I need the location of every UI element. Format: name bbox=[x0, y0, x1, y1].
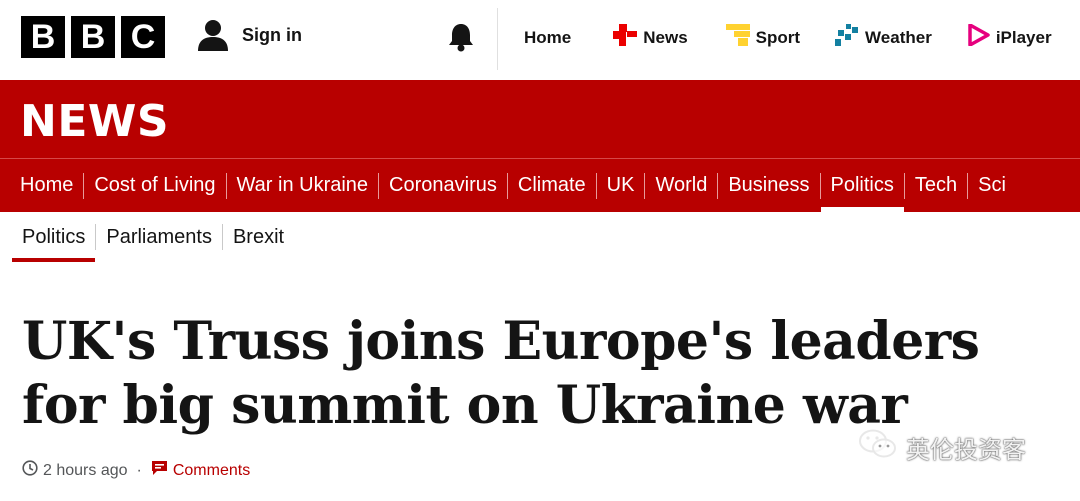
global-nav-iplayer[interactable]: iPlayer bbox=[968, 23, 1052, 51]
global-nav-news-label: News bbox=[643, 27, 688, 47]
sub-nav-parliaments[interactable]: Parliaments bbox=[96, 212, 222, 262]
iplayer-icon bbox=[968, 23, 990, 51]
global-nav: Home News Sport Weather iPlayer bbox=[524, 23, 1052, 51]
weather-icon bbox=[835, 24, 859, 51]
global-nav-home[interactable]: Home bbox=[524, 24, 571, 51]
article-timestamp: 2 hours ago bbox=[43, 461, 128, 479]
section-nav-business[interactable]: Business bbox=[718, 159, 819, 212]
meta-separator: · bbox=[136, 461, 142, 479]
sign-in-label: Sign in bbox=[242, 24, 302, 45]
header-divider bbox=[497, 8, 498, 70]
section-nav-science[interactable]: Sci bbox=[968, 159, 1016, 212]
sign-in-link[interactable]: Sign in bbox=[196, 18, 302, 52]
global-nav-weather-label: Weather bbox=[865, 27, 932, 47]
section-nav-war-in-ukraine[interactable]: War in Ukraine bbox=[227, 159, 379, 212]
user-icon bbox=[196, 18, 230, 52]
section-nav-cost-of-living[interactable]: Cost of Living bbox=[84, 159, 225, 212]
section-nav-tech[interactable]: Tech bbox=[905, 159, 967, 212]
global-nav-sport[interactable]: Sport bbox=[725, 24, 801, 51]
section-nav-world[interactable]: World bbox=[645, 159, 717, 212]
news-banner: NEWS Home Cost of Living War in Ukraine … bbox=[0, 80, 1080, 212]
article-headline: UK's Truss joins Europe's leaders for bi… bbox=[22, 311, 980, 436]
sub-nav: Politics Parliaments Brexit bbox=[12, 212, 294, 262]
bbc-logo-letter: C bbox=[121, 16, 165, 58]
bbc-logo-letter: B bbox=[21, 16, 65, 58]
global-nav-sport-label: Sport bbox=[755, 27, 801, 47]
sub-nav-politics[interactable]: Politics bbox=[12, 212, 96, 262]
section-nav-climate[interactable]: Climate bbox=[508, 159, 596, 212]
news-icon bbox=[613, 24, 638, 51]
watermark-text: 英伦投资客 bbox=[906, 435, 1026, 464]
clock-icon bbox=[22, 460, 38, 481]
sub-nav-brexit[interactable]: Brexit bbox=[223, 212, 294, 262]
article-meta: 2 hours ago · Comments bbox=[22, 460, 250, 481]
section-nav-politics[interactable]: Politics bbox=[820, 159, 905, 212]
section-nav-coronavirus[interactable]: Coronavirus bbox=[379, 159, 507, 212]
notifications-bell-icon[interactable] bbox=[447, 22, 475, 57]
watermark: 英伦投资客 bbox=[858, 428, 1026, 466]
global-header: B B C Sign in Home News Sport Weather iP… bbox=[0, 0, 1080, 78]
section-nav-home[interactable]: Home bbox=[0, 159, 83, 212]
bbc-logo-letter: B bbox=[71, 16, 115, 58]
comments-icon[interactable] bbox=[151, 460, 168, 481]
wechat-icon bbox=[858, 428, 898, 466]
sport-icon bbox=[725, 24, 750, 51]
comments-link[interactable]: Comments bbox=[173, 462, 250, 480]
news-title[interactable]: NEWS bbox=[20, 96, 169, 147]
global-nav-iplayer-label: iPlayer bbox=[995, 27, 1052, 47]
global-nav-news[interactable]: News bbox=[613, 24, 688, 51]
bbc-logo[interactable]: B B C bbox=[21, 16, 165, 58]
global-nav-home-label: Home bbox=[524, 27, 572, 47]
global-nav-weather[interactable]: Weather bbox=[835, 24, 932, 51]
section-nav: Home Cost of Living War in Ukraine Coron… bbox=[0, 159, 1016, 212]
section-nav-uk[interactable]: UK bbox=[597, 159, 645, 212]
